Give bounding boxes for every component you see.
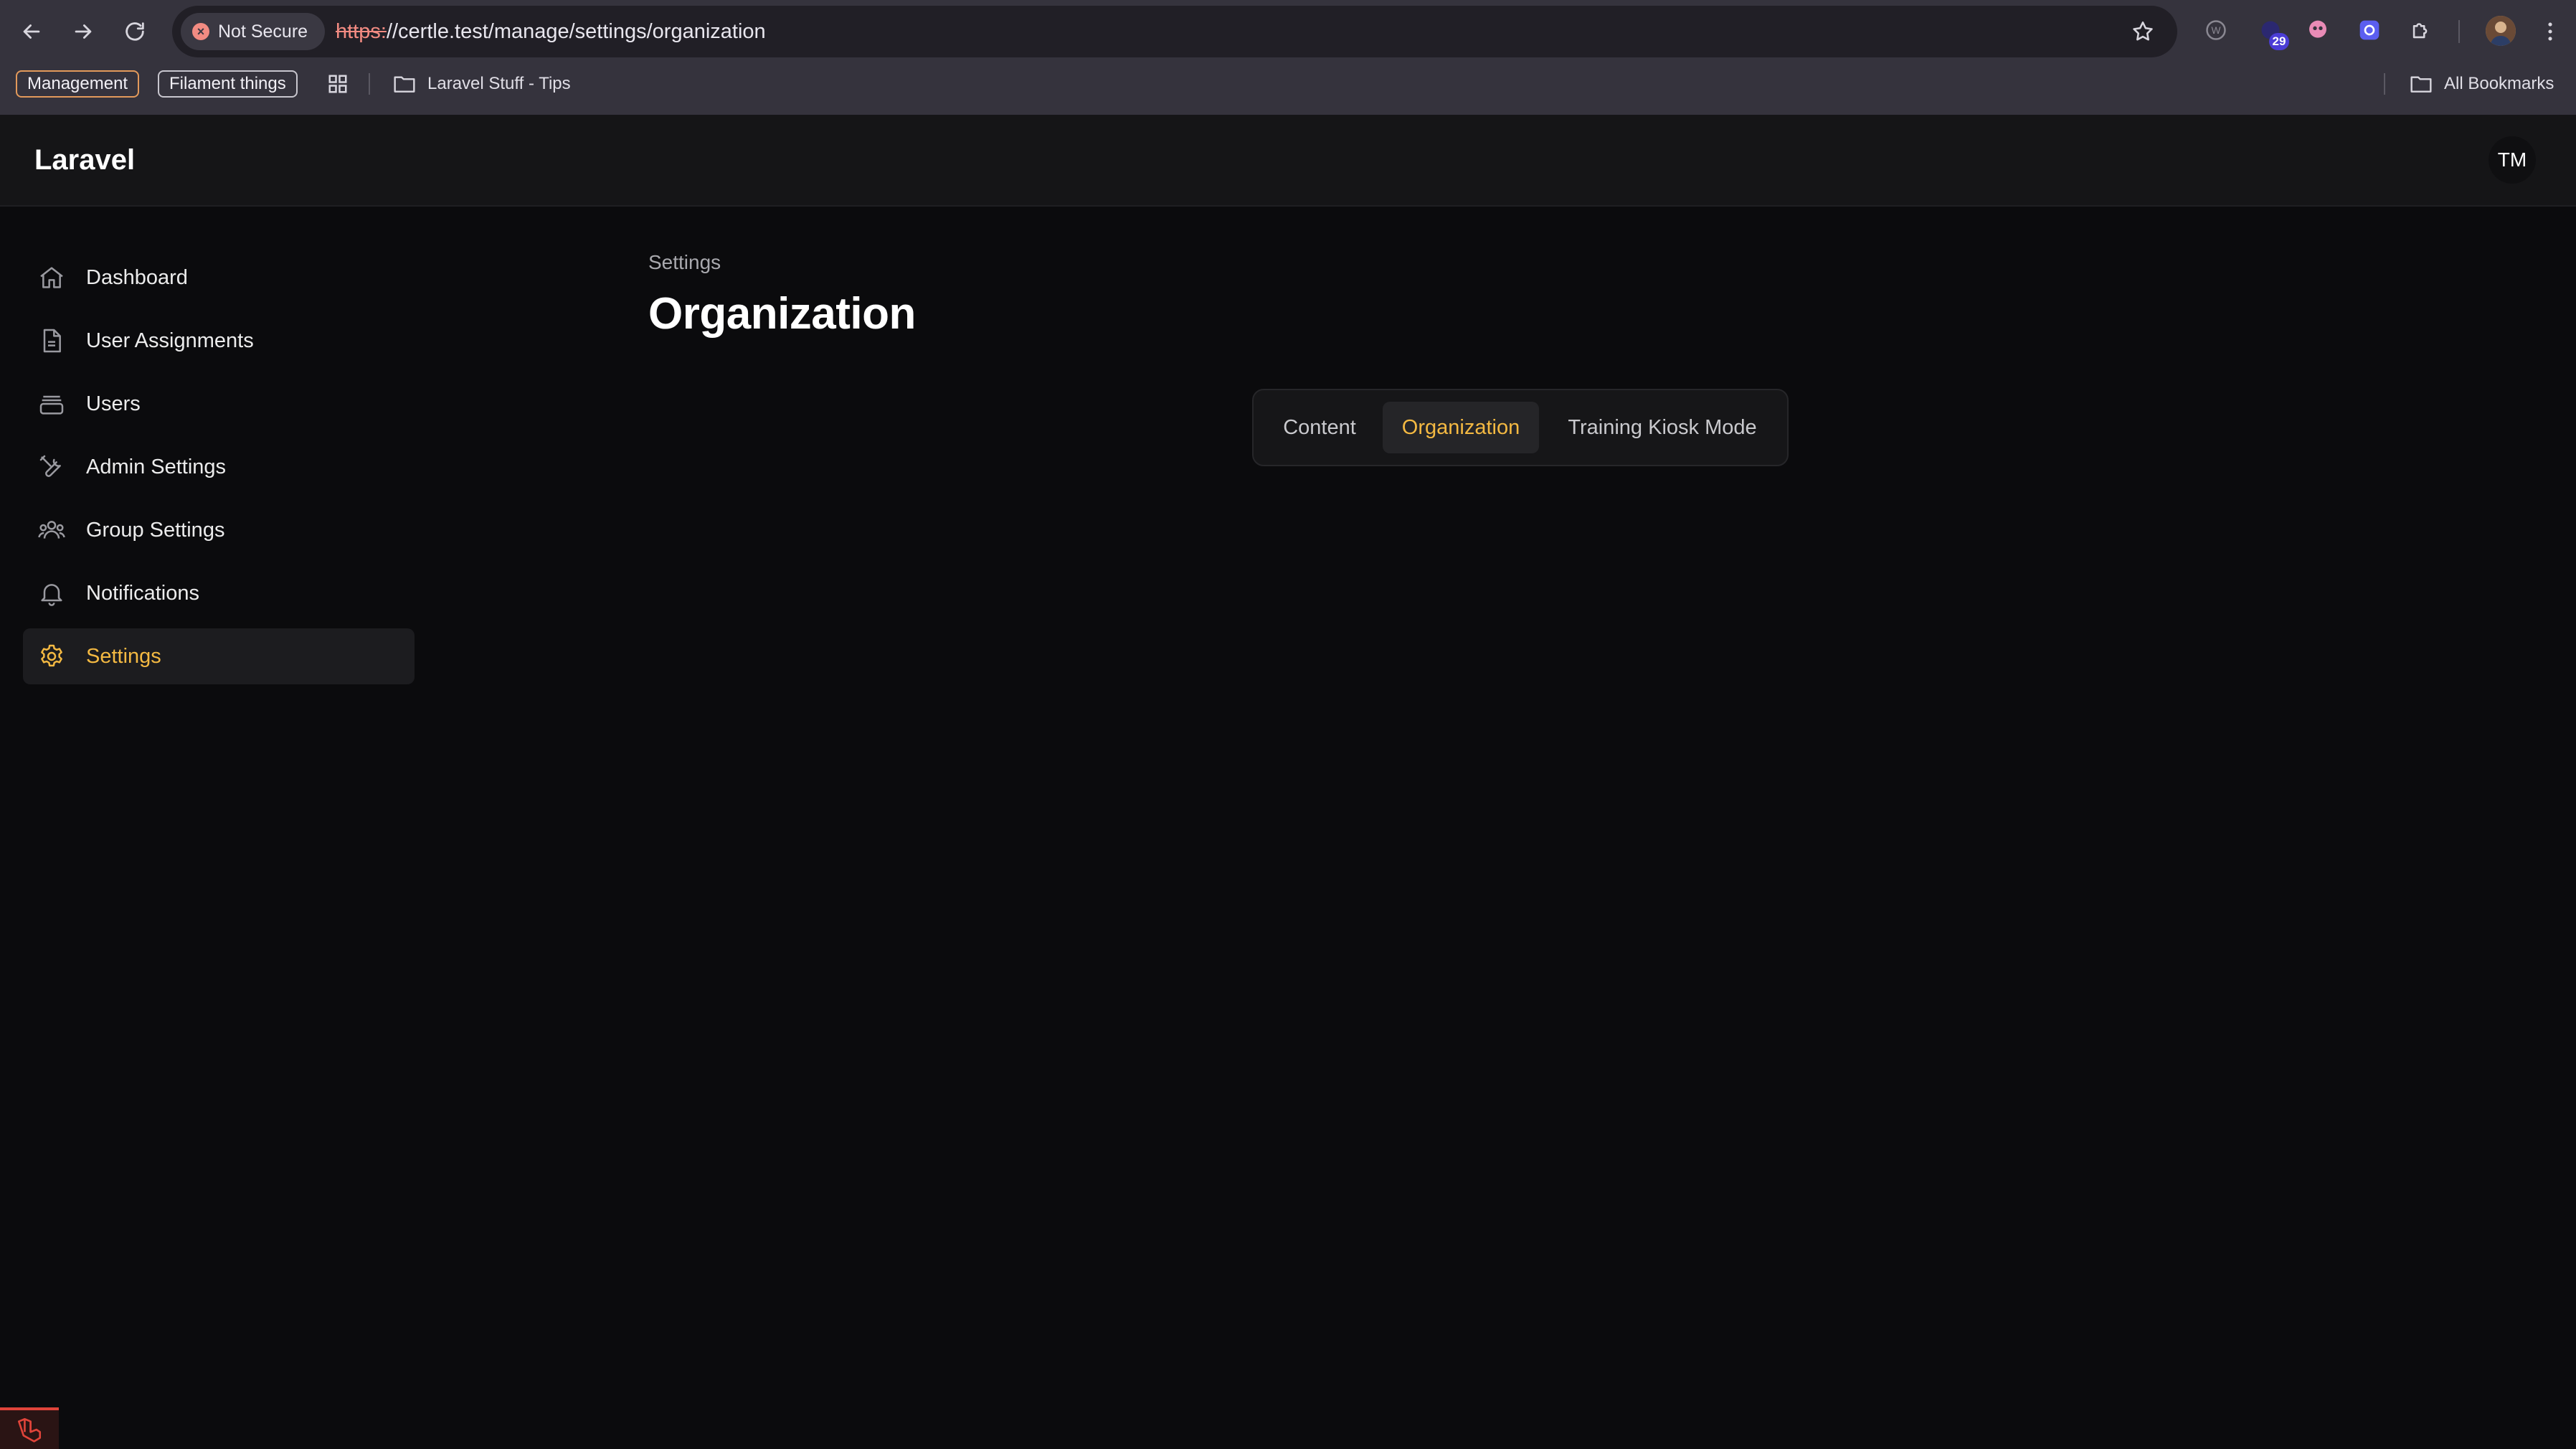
blue-extension[interactable]: [2355, 16, 2384, 44]
laravel-logo-icon: [17, 1417, 42, 1443]
person-avatar-icon: [2486, 16, 2516, 46]
forward-button[interactable]: [65, 13, 102, 50]
sidebar-item-label: User Assignments: [86, 329, 254, 352]
pink-extension[interactable]: [2303, 16, 2332, 44]
bookmarks-bar: Management Filament things Laravel Stuff…: [0, 65, 2576, 103]
blue-gear-icon: [2359, 20, 2380, 40]
chrome-divider: [2458, 20, 2460, 43]
app-header: Laravel TM: [0, 115, 2576, 207]
wordpress-icon: W: [2206, 20, 2226, 40]
home-icon: [36, 262, 67, 293]
arrow-right-icon: [75, 24, 92, 39]
debugbar-toggle[interactable]: [0, 1407, 59, 1449]
sidebar-item-label: Admin Settings: [86, 455, 227, 478]
security-indicator[interactable]: × Not Secure: [181, 13, 326, 50]
sidebar: Dashboard User Assignments Users Admin S…: [23, 250, 415, 692]
user-group-icon: [36, 514, 67, 546]
bookmark-separator: [2384, 73, 2385, 95]
bell-icon: [36, 577, 67, 609]
profile-avatar[interactable]: [2486, 16, 2516, 46]
inbox-stack-icon: [36, 388, 67, 420]
sidebar-item-settings[interactable]: Settings: [23, 628, 415, 684]
back-button[interactable]: [13, 13, 50, 50]
sidebar-item-user-assignments[interactable]: User Assignments: [23, 313, 415, 369]
sidebar-item-dashboard[interactable]: Dashboard: [23, 250, 415, 306]
grid-icon: [328, 75, 347, 93]
brand-logo[interactable]: Laravel: [34, 115, 135, 205]
kebab-menu-icon: [2548, 22, 2552, 41]
puzzle-icon: [2412, 23, 2428, 39]
security-label: Not Secure: [218, 21, 308, 42]
sidebar-item-label: Settings: [86, 644, 161, 668]
arrow-left-icon: [23, 24, 40, 39]
main-content: Settings Organization: [648, 251, 916, 339]
bookmark-folder-label: Laravel Stuff - Tips: [427, 74, 571, 93]
tab-organization[interactable]: Organization: [1383, 402, 1539, 453]
wordpress-extension[interactable]: W: [2202, 16, 2230, 44]
browser-menu-button[interactable]: [2532, 13, 2569, 50]
cog-icon: [36, 641, 67, 672]
sidebar-item-label: Group Settings: [86, 518, 225, 542]
document-icon: [36, 325, 67, 357]
svg-text:W: W: [2212, 25, 2221, 36]
sidebar-item-label: Dashboard: [86, 265, 188, 289]
sidebar-item-label: Notifications: [86, 581, 199, 605]
star-icon: [2133, 21, 2153, 41]
bookmark-management[interactable]: Management: [16, 70, 140, 98]
bookmark-separator: [369, 73, 370, 95]
warning-icon: ×: [192, 23, 209, 40]
bookmark-folder-laravel-tips[interactable]: Laravel Stuff - Tips: [393, 70, 571, 98]
url-text[interactable]: https://certle.test/manage/settings/orga…: [336, 6, 766, 57]
pink-ghost-icon: [2309, 20, 2326, 38]
sidebar-item-admin-settings[interactable]: Admin Settings: [23, 439, 415, 495]
all-bookmarks-label: All Bookmarks: [2444, 74, 2554, 93]
apps-button[interactable]: [327, 70, 349, 98]
url-path: //certle.test/manage/settings/organizati…: [386, 19, 766, 43]
url-scheme: https:: [336, 19, 387, 43]
sidebar-item-users[interactable]: Users: [23, 376, 415, 432]
all-bookmarks-button[interactable]: All Bookmarks: [2410, 70, 2554, 98]
settings-tabs: Content Organization Training Kiosk Mode: [1252, 389, 1789, 466]
bookmark-filament-things[interactable]: Filament things: [158, 70, 298, 98]
sidebar-item-label: Users: [86, 392, 141, 415]
folder-icon: [394, 76, 415, 93]
extensions-menu-button[interactable]: [2407, 16, 2435, 44]
bookmark-star-button[interactable]: [2130, 19, 2156, 44]
sidebar-item-notifications[interactable]: Notifications: [23, 565, 415, 621]
tab-training-kiosk-mode[interactable]: Training Kiosk Mode: [1550, 402, 1774, 453]
wrench-screwdriver-icon: [36, 451, 67, 483]
tab-content[interactable]: Content: [1269, 402, 1370, 453]
page-title: Organization: [648, 289, 916, 339]
breadcrumb[interactable]: Settings: [648, 251, 916, 274]
browser-chrome: × Not Secure https://certle.test/manage/…: [0, 0, 2576, 115]
user-menu-avatar[interactable]: TM: [2489, 136, 2536, 184]
folder-icon: [2410, 76, 2432, 93]
extension-badge-count: 29: [2269, 33, 2289, 50]
reload-button[interactable]: [116, 13, 153, 50]
extension-with-badge[interactable]: 29: [2256, 16, 2289, 50]
address-bar[interactable]: × Not Secure https://certle.test/manage/…: [172, 6, 2177, 57]
reload-icon: [126, 22, 144, 41]
sidebar-item-group-settings[interactable]: Group Settings: [23, 502, 415, 558]
